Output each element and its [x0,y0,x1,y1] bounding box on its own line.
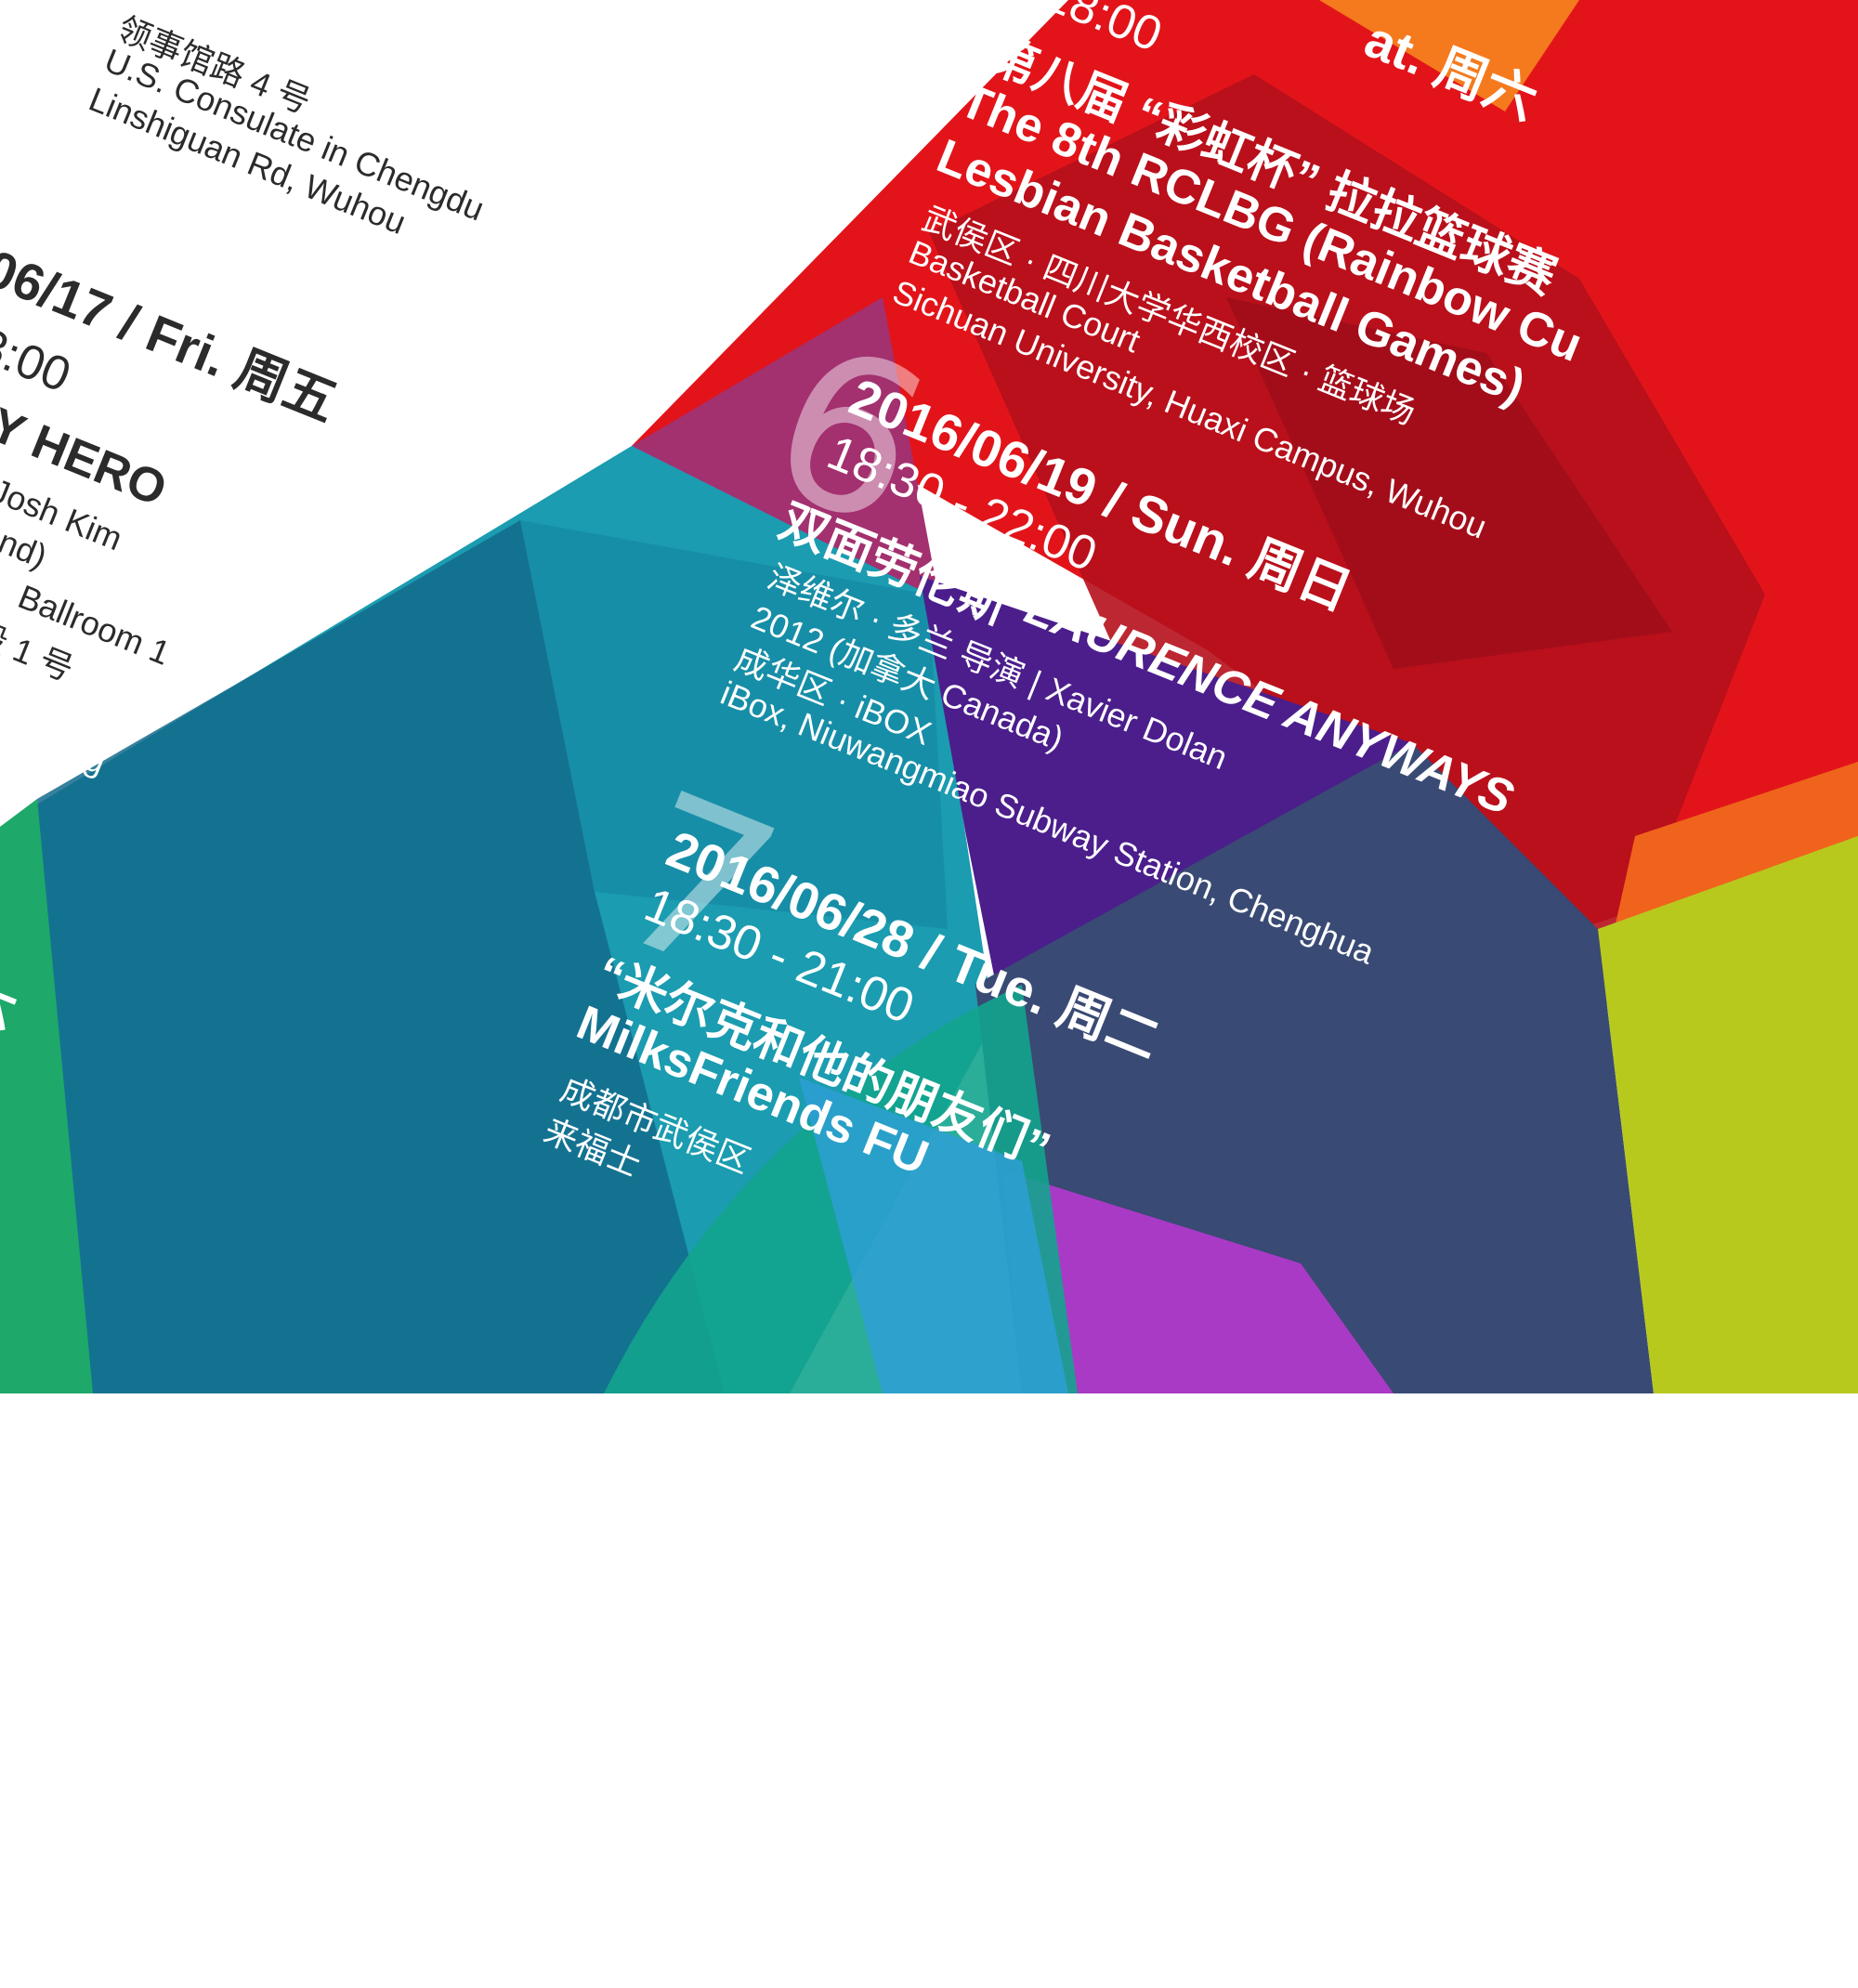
event-e-weekday: 周六 [0,946,25,1040]
event-a-district: Jinjiang [0,703,111,782]
event-a-date: /06/17 / Fri. 周五 [0,232,346,433]
